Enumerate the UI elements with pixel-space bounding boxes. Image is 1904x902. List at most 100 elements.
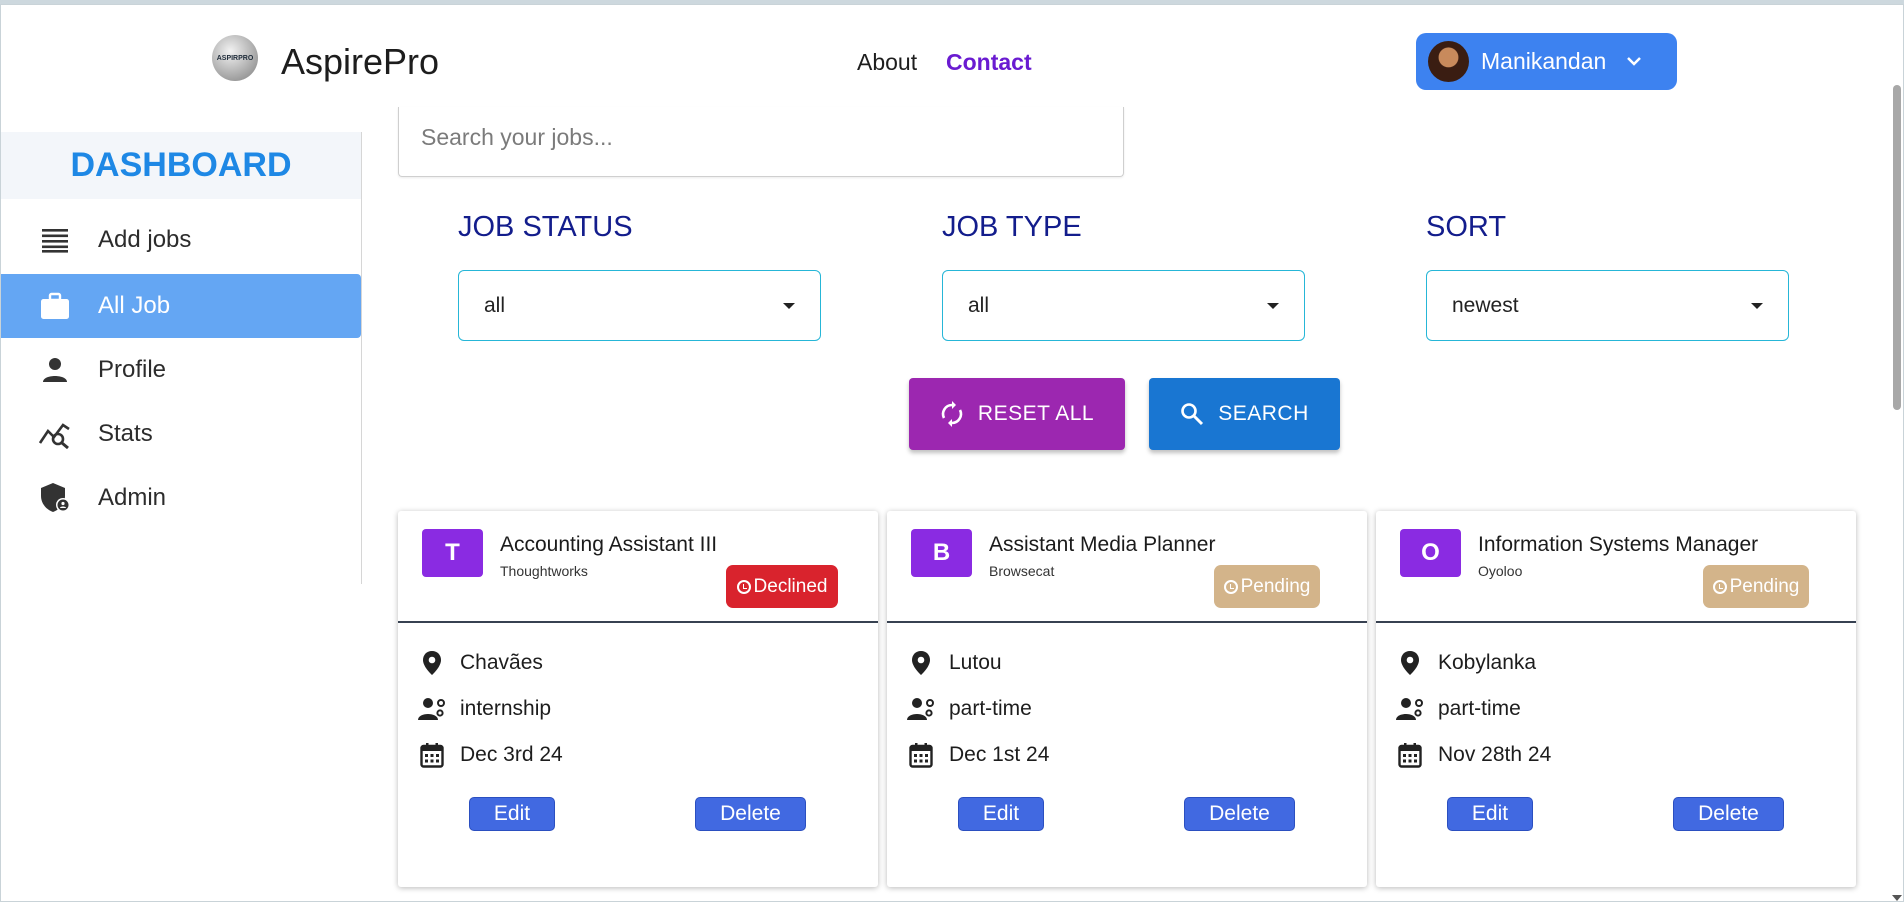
clock-icon [1712, 579, 1727, 594]
filter-label-job-status: JOB STATUS [458, 211, 633, 243]
delete-button[interactable]: Delete [1673, 797, 1784, 831]
scrollbar-thumb[interactable] [1893, 85, 1901, 410]
job-type-row: part-time [1396, 695, 1521, 723]
company-name: Thoughtworks [500, 563, 588, 579]
clock-icon [736, 579, 751, 594]
search-input[interactable] [419, 123, 1103, 152]
sidebar: DASHBOARD Add jobs All Job Profile Stats [1, 132, 362, 584]
sidebar-item-label: Add jobs [98, 226, 192, 253]
sidebar-item-add-jobs[interactable]: Add jobs [1, 208, 361, 272]
job-title: Assistant Media Planner [989, 533, 1216, 556]
card-divider [398, 621, 878, 623]
app-window: ASPIRPRO AspirePro About Contact Manikan… [0, 4, 1904, 902]
delete-button[interactable]: Delete [1184, 797, 1295, 831]
search-icon [1180, 402, 1204, 426]
sidebar-item-label: All Job [98, 292, 171, 319]
sidebar-item-all-job[interactable]: All Job [1, 274, 361, 338]
sidebar-header: DASHBOARD [1, 132, 361, 199]
job-location-row: Lutou [907, 649, 1002, 677]
job-type: part-time [1438, 697, 1521, 720]
select-value: all [968, 293, 990, 317]
status-badge: Pending [1214, 565, 1320, 608]
user-name: Manikandan [1481, 48, 1607, 74]
status-badge: Declined [726, 565, 838, 608]
job-card: T Accounting Assistant III Thoughtworks … [398, 511, 878, 887]
job-location: Kobylanka [1438, 651, 1537, 674]
worker-icon [418, 695, 446, 723]
calendar-icon [1396, 741, 1424, 769]
logo-text: ASPIRPRO [216, 54, 254, 62]
edit-button[interactable]: Edit [1447, 797, 1533, 831]
edit-button[interactable]: Edit [958, 797, 1044, 831]
refresh-icon [940, 401, 964, 427]
delete-button[interactable]: Delete [695, 797, 806, 831]
person-icon [39, 354, 71, 386]
sidebar-item-label: Admin [98, 484, 167, 511]
calendar-icon [907, 741, 935, 769]
list-icon [39, 224, 71, 256]
filter-label-sort: SORT [1426, 211, 1507, 243]
select-value: all [484, 293, 506, 317]
job-type-row: part-time [907, 695, 1032, 723]
sort-select[interactable]: newest [1426, 270, 1789, 341]
company-name: Browsecat [989, 563, 1055, 579]
location-pin-icon [1396, 649, 1424, 677]
avatar [1428, 41, 1469, 82]
sidebar-item-label: Stats [98, 420, 153, 447]
job-type-select[interactable]: all [942, 270, 1305, 341]
job-title: Accounting Assistant III [500, 533, 718, 556]
edit-button[interactable]: Edit [469, 797, 555, 831]
filter-label-job-type: JOB TYPE [942, 211, 1082, 243]
chevron-down-icon [1626, 53, 1642, 71]
job-title: Information Systems Manager [1478, 533, 1759, 556]
job-type: part-time [949, 697, 1032, 720]
job-date-row: Dec 1st 24 [907, 741, 1049, 769]
job-location: Chavães [460, 651, 543, 674]
sidebar-item-admin[interactable]: Admin [1, 466, 361, 530]
brand-logo[interactable]: ASPIRPRO [212, 35, 258, 81]
status-badge: Pending [1703, 565, 1809, 608]
status-text: Declined [753, 575, 828, 597]
worker-icon [907, 695, 935, 723]
brand-name[interactable]: AspirePro [281, 41, 439, 83]
briefcase-icon [39, 290, 71, 322]
reset-all-button[interactable]: RESET ALL [909, 378, 1125, 450]
job-location-row: Chavães [418, 649, 543, 677]
scroll-down-arrow-icon[interactable] [1892, 895, 1902, 901]
job-date: Dec 1st 24 [949, 743, 1050, 766]
job-location-row: Kobylanka [1396, 649, 1536, 677]
search-button[interactable]: SEARCH [1149, 378, 1340, 450]
job-card: O Information Systems Manager Oyoloo Pen… [1376, 511, 1856, 887]
nav-link-about[interactable]: About [857, 49, 917, 76]
job-type: internship [460, 697, 552, 720]
nav-link-contact[interactable]: Contact [946, 49, 1032, 76]
page-scrollbar[interactable] [1891, 85, 1903, 901]
user-menu-button[interactable]: Manikandan [1416, 33, 1677, 90]
location-pin-icon [907, 649, 935, 677]
navbar: ASPIRPRO AspirePro About Contact Manikan… [1, 5, 1903, 105]
job-date: Dec 3rd 24 [460, 743, 563, 766]
select-value: newest [1452, 293, 1519, 317]
job-status-select[interactable]: all [458, 270, 821, 341]
job-date-row: Dec 3rd 24 [418, 741, 563, 769]
sidebar-item-stats[interactable]: Stats [1, 402, 361, 466]
job-date-row: Nov 28th 24 [1396, 741, 1551, 769]
clock-icon [1223, 579, 1238, 594]
worker-icon [1396, 695, 1424, 723]
status-text: Pending [1729, 575, 1800, 597]
company-letter-avatar: B [911, 529, 972, 577]
sidebar-item-label: Profile [98, 356, 167, 383]
job-date: Nov 28th 24 [1438, 743, 1552, 766]
search-label: SEARCH [1218, 402, 1309, 425]
job-card: B Assistant Media Planner Browsecat Pend… [887, 511, 1367, 887]
calendar-icon [418, 741, 446, 769]
caret-down-icon [1267, 302, 1279, 309]
job-location: Lutou [949, 651, 1002, 674]
stats-icon [39, 418, 71, 450]
sidebar-item-profile[interactable]: Profile [1, 338, 361, 402]
card-divider [887, 621, 1367, 623]
status-text: Pending [1240, 575, 1311, 597]
job-type-row: internship [418, 695, 551, 723]
admin-shield-icon [39, 482, 71, 514]
reset-all-label: RESET ALL [977, 402, 1095, 425]
